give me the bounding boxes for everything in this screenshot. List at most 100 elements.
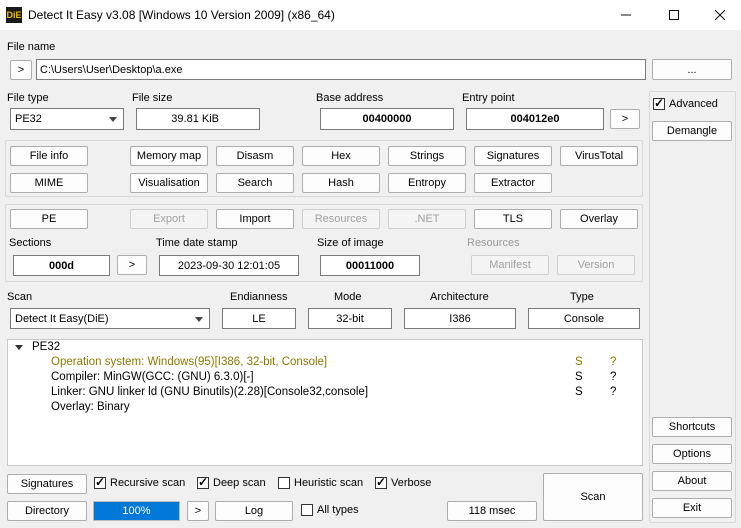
scan-button[interactable]: Scan	[543, 473, 643, 521]
advanced-checkbox[interactable]: Advanced	[653, 96, 718, 110]
expand-arrow-icon[interactable]	[15, 345, 23, 351]
progress-text: 100%	[122, 505, 151, 517]
architecture-field: I386	[404, 308, 516, 329]
memory-map-button[interactable]: Memory map	[130, 146, 208, 166]
result-item[interactable]: Operation system: Windows(95)[I386, 32-b…	[51, 356, 327, 368]
scan-progress-bar: 100%	[93, 501, 180, 521]
file-info-button[interactable]: File info	[10, 146, 88, 166]
result-flag-info[interactable]: ?	[610, 356, 616, 368]
all-types-checkbox[interactable]: All types	[301, 504, 359, 516]
manifest-button[interactable]: Manifest	[471, 255, 549, 275]
file-name-label: File name	[7, 41, 56, 53]
sections-field: 000d	[13, 255, 110, 276]
entry-point-go-button[interactable]: >	[610, 109, 640, 129]
export-button[interactable]: Export	[130, 209, 208, 229]
result-item[interactable]: Compiler: MinGW(GCC: (GNU) 6.3.0)[-]	[51, 371, 254, 383]
verbose-checkbox[interactable]: Verbose	[375, 475, 432, 489]
progress-go-button[interactable]: >	[187, 501, 209, 521]
demangle-button[interactable]: Demangle	[652, 121, 732, 141]
result-flag-signature: S	[575, 356, 583, 368]
advanced-checkbox-box[interactable]	[653, 96, 665, 110]
scan-engine-value: Detect It Easy(DiE)	[15, 312, 109, 325]
browse-button[interactable]: ...	[652, 59, 732, 80]
hex-button[interactable]: Hex	[302, 146, 380, 166]
result-tree[interactable]: PE32 Operation system: Windows(95)[I386,…	[7, 339, 643, 466]
file-type-label: File type	[7, 92, 49, 104]
result-item[interactable]: Linker: GNU linker ld (GNU Binutils)(2.2…	[51, 386, 368, 398]
architecture-label: Architecture	[430, 291, 489, 303]
all-types-label: All types	[317, 504, 359, 516]
deep-scan-checkbox[interactable]: Deep scan	[197, 475, 266, 489]
directory-button[interactable]: Directory	[7, 501, 87, 521]
hash-button[interactable]: Hash	[302, 173, 380, 193]
result-flag-info[interactable]: ?	[610, 371, 616, 383]
scan-time-display: 118 msec	[447, 501, 537, 521]
type-label: Type	[570, 291, 594, 303]
file-size-field: 39.81 KiB	[136, 108, 260, 130]
result-root[interactable]: PE32	[32, 341, 60, 353]
app-icon: DiE	[6, 7, 22, 23]
mime-button[interactable]: MIME	[10, 173, 88, 193]
verbose-label: Verbose	[391, 477, 432, 489]
sections-go-button[interactable]: >	[117, 255, 147, 275]
minimize-icon	[621, 14, 631, 16]
timestamp-label: Time date stamp	[156, 237, 238, 249]
visualisation-button[interactable]: Visualisation	[130, 173, 208, 193]
version-button[interactable]: Version	[557, 255, 635, 275]
result-flag-info[interactable]: ?	[610, 386, 616, 398]
minimize-button[interactable]	[603, 0, 649, 30]
signatures-tool-button[interactable]: Signatures	[474, 146, 552, 166]
overlay-button[interactable]: Overlay	[560, 209, 638, 229]
timestamp-field: 2023-09-30 12:01:05	[159, 255, 299, 276]
exit-button[interactable]: Exit	[652, 498, 732, 518]
about-button[interactable]: About	[652, 471, 732, 491]
search-button[interactable]: Search	[216, 173, 294, 193]
shortcuts-button[interactable]: Shortcuts	[652, 417, 732, 437]
file-go-button[interactable]: >	[10, 60, 32, 80]
verbose-box[interactable]	[375, 475, 387, 489]
size-of-image-label: Size of image	[317, 237, 384, 249]
mode-label: Mode	[334, 291, 362, 303]
pe-button[interactable]: PE	[10, 209, 88, 229]
endianness-field: LE	[222, 308, 296, 329]
strings-button[interactable]: Strings	[388, 146, 466, 166]
scan-engine-select[interactable]: Detect It Easy(DiE)	[10, 308, 210, 329]
sections-label: Sections	[9, 237, 52, 249]
import-button[interactable]: Import	[216, 209, 294, 229]
disasm-button[interactable]: Disasm	[216, 146, 294, 166]
base-address-label: Base address	[316, 92, 384, 104]
deep-scan-box[interactable]	[197, 475, 209, 489]
signatures-button[interactable]: Signatures	[7, 474, 87, 494]
recursive-scan-box[interactable]	[94, 475, 106, 489]
resources-button[interactable]: Resources	[302, 209, 380, 229]
heuristic-scan-label: Heuristic scan	[294, 477, 364, 489]
result-item[interactable]: Overlay: Binary	[51, 401, 130, 413]
log-button[interactable]: Log	[215, 501, 293, 521]
deep-scan-label: Deep scan	[213, 477, 266, 489]
entry-point-field: 004012e0	[466, 108, 604, 130]
close-icon	[715, 10, 725, 20]
mode-field: 32-bit	[308, 308, 392, 329]
heuristic-scan-checkbox[interactable]: Heuristic scan	[278, 477, 363, 489]
entropy-button[interactable]: Entropy	[388, 173, 466, 193]
maximize-button[interactable]	[651, 0, 697, 30]
extractor-button[interactable]: Extractor	[474, 173, 552, 193]
file-type-select[interactable]: PE32	[10, 108, 124, 130]
heuristic-scan-box[interactable]	[278, 477, 290, 489]
close-button[interactable]	[697, 0, 741, 30]
dotnet-button[interactable]: .NET	[388, 209, 466, 229]
file-path-field[interactable]: C:\Users\User\Desktop\a.exe	[36, 59, 646, 80]
title-bar: DiE Detect It Easy v3.08 [Windows 10 Ver…	[0, 0, 741, 30]
endianness-label: Endianness	[230, 291, 288, 303]
tls-button[interactable]: TLS	[474, 209, 552, 229]
virustotal-button[interactable]: VirusTotal	[560, 146, 638, 166]
size-of-image-field: 00011000	[320, 255, 420, 276]
file-type-value: PE32	[15, 113, 42, 125]
options-button[interactable]: Options	[652, 444, 732, 464]
maximize-icon	[669, 10, 679, 20]
base-address-field: 00400000	[320, 108, 454, 130]
all-types-box[interactable]	[301, 504, 313, 516]
type-field: Console	[528, 308, 640, 329]
file-size-label: File size	[132, 92, 173, 104]
recursive-scan-checkbox[interactable]: Recursive scan	[94, 475, 185, 489]
